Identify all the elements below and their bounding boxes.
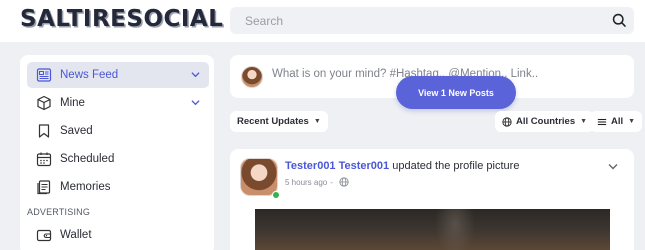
section-heading-advertising: ADVERTISING — [27, 207, 91, 217]
cube-icon — [37, 95, 51, 111]
post-timestamp[interactable]: 5 hours ago — [285, 178, 327, 187]
sidebar-item-saved[interactable]: Saved — [27, 118, 209, 144]
post-image[interactable] — [255, 209, 610, 250]
sidebar-item-mine[interactable]: Mine — [27, 90, 209, 116]
sidebar-item-scheduled[interactable]: Scheduled — [27, 146, 209, 172]
countries-dropdown[interactable]: All Countries ▼ — [495, 111, 595, 132]
sidebar-item-label: Memories — [60, 181, 111, 193]
bookmark-icon — [38, 124, 50, 138]
memories-icon — [37, 180, 51, 195]
newspaper-icon — [36, 68, 52, 82]
left-sidebar: News Feed Mine Saved Scheduled Memories … — [20, 55, 214, 250]
globe-icon — [502, 116, 512, 127]
chevron-down-icon[interactable] — [191, 71, 200, 78]
sidebar-item-news-feed[interactable]: News Feed — [27, 62, 209, 88]
countries-dropdown-label: All Countries — [516, 116, 576, 127]
post-action-text: updated the profile picture — [392, 160, 520, 172]
online-status-indicator — [272, 191, 280, 199]
sidebar-item-label: Mine — [60, 97, 85, 109]
type-filter-dropdown[interactable]: All ▼ — [590, 111, 643, 132]
search-bar[interactable]: Search — [230, 7, 634, 34]
sidebar-item-label: Scheduled — [60, 153, 115, 165]
sort-dropdown[interactable]: Recent Updates ▼ — [230, 111, 328, 132]
avatar[interactable] — [240, 158, 278, 196]
post-header: Tester001 Tester001 updated the profile … — [285, 160, 519, 172]
wallet-icon — [36, 229, 52, 242]
view-new-posts-button[interactable]: View 1 New Posts — [396, 76, 516, 109]
caret-down-icon: ▼ — [580, 118, 588, 125]
post-author-link[interactable]: Tester001 Tester001 — [285, 160, 389, 172]
caret-down-icon: ▼ — [313, 118, 321, 125]
avatar[interactable] — [241, 66, 263, 88]
search-input[interactable]: Search — [245, 14, 283, 28]
sidebar-item-wallet[interactable]: Wallet — [27, 222, 209, 248]
sidebar-item-label: Saved — [60, 125, 93, 137]
post-options-chevron-icon[interactable] — [608, 163, 618, 170]
sidebar-item-label: News Feed — [60, 69, 119, 81]
globe-icon — [339, 177, 349, 187]
caret-down-icon: ▼ — [628, 118, 636, 125]
image-shade — [435, 209, 475, 250]
chevron-down-icon[interactable] — [191, 99, 200, 106]
feed-post: Tester001 Tester001 updated the profile … — [230, 149, 634, 250]
post-meta: 5 hours ago - — [285, 177, 349, 187]
list-icon — [597, 118, 607, 125]
sidebar-item-label: Wallet — [60, 229, 92, 241]
sidebar-item-memories[interactable]: Memories — [27, 174, 209, 200]
type-filter-label: All — [611, 116, 624, 127]
calendar-icon — [36, 152, 52, 167]
sort-dropdown-label: Recent Updates — [237, 116, 309, 127]
search-icon[interactable] — [611, 12, 628, 29]
top-bar: SALTIRESOCIAL Search — [0, 0, 645, 42]
site-logo[interactable]: SALTIRESOCIAL — [20, 6, 223, 32]
meta-separator: - — [330, 177, 333, 187]
